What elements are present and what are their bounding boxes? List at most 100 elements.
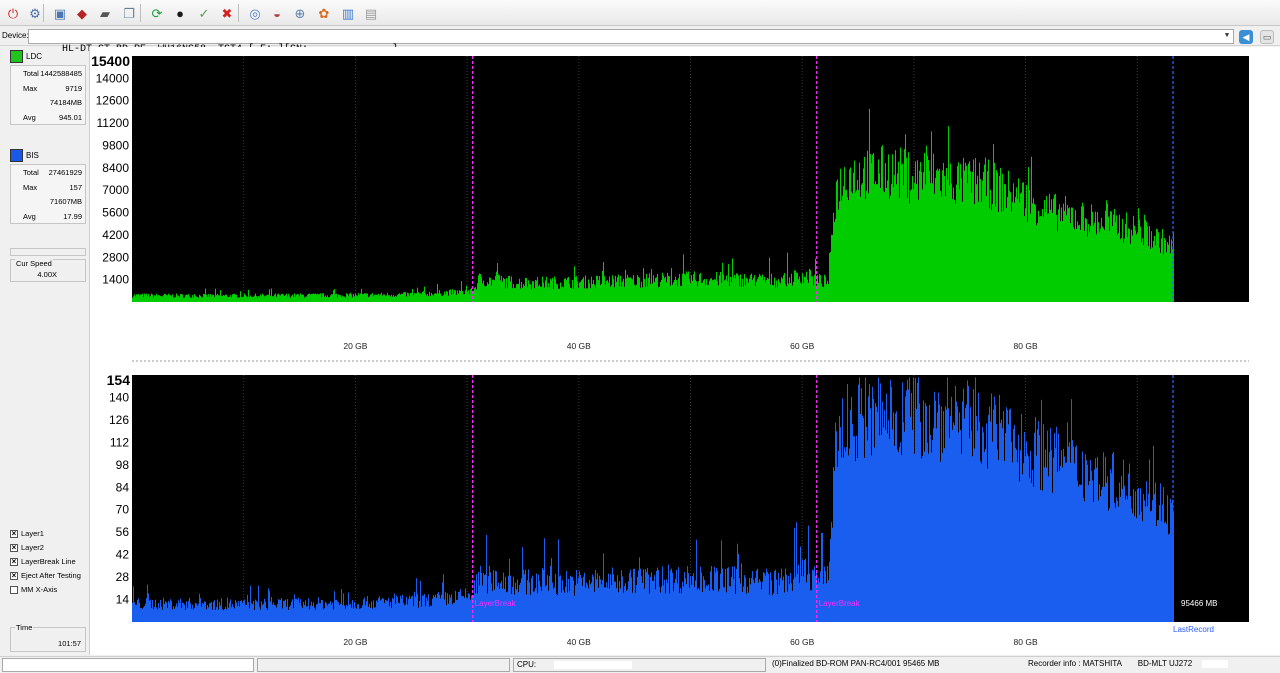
data-bar	[153, 297, 154, 302]
data-bar	[380, 600, 381, 622]
data-bar	[781, 277, 782, 302]
data-bar	[1092, 480, 1093, 622]
data-bar	[363, 599, 364, 622]
data-bar	[672, 284, 673, 302]
stop-icon[interactable]: ✖	[217, 3, 237, 23]
x-tick-label: 80 GB	[1014, 341, 1038, 351]
data-bar	[971, 430, 972, 622]
option-checkbox-row[interactable]: × Layer1	[10, 528, 44, 539]
camera-icon[interactable]: ▭	[1260, 30, 1274, 44]
data-bar	[831, 234, 832, 302]
data-bar	[160, 599, 161, 622]
data-bar	[893, 412, 894, 622]
checkbox-unchecked[interactable]	[10, 585, 18, 594]
data-bar	[381, 599, 382, 622]
data-bar	[145, 294, 146, 302]
data-bar	[841, 457, 842, 622]
burn-icon[interactable]: ⊕	[290, 3, 310, 23]
data-bar	[1112, 226, 1113, 302]
data-bar	[913, 377, 914, 622]
y-tick-label: 2800	[102, 250, 129, 264]
data-bar	[700, 566, 701, 622]
checkbox-checked[interactable]: ×	[10, 571, 18, 580]
data-bar	[770, 572, 771, 622]
data-bar	[456, 600, 457, 622]
data-bar	[717, 570, 718, 622]
erase-icon[interactable]: ◒	[267, 3, 287, 23]
data-bar	[586, 288, 587, 302]
start-icon[interactable]: ●	[170, 3, 190, 23]
data-bar	[224, 608, 225, 622]
back-icon[interactable]: ◀	[1239, 30, 1253, 44]
data-bar	[1019, 481, 1020, 622]
x-tick-label: 80 GB	[1014, 637, 1038, 647]
data-bar	[179, 297, 180, 302]
data-bar	[1153, 240, 1154, 302]
data-bar	[873, 153, 874, 302]
data-bar	[331, 604, 332, 622]
data-bar	[417, 594, 418, 622]
data-bar	[194, 607, 195, 622]
drive-info-icon[interactable]: ▣	[50, 3, 70, 23]
x-tick-label: 20 GB	[343, 341, 367, 351]
data-bar	[573, 288, 574, 302]
data-bar	[483, 572, 484, 622]
data-bar	[750, 584, 751, 622]
data-bar	[936, 428, 937, 622]
check-icon[interactable]: ✓	[194, 3, 214, 23]
data-bar	[327, 605, 328, 622]
data-bar	[594, 591, 595, 622]
data-bar	[311, 293, 312, 302]
data-bar	[790, 282, 791, 302]
data-bar	[716, 271, 717, 302]
settings-icon[interactable]: ⚙	[25, 3, 45, 23]
checkbox-checked[interactable]: ×	[10, 529, 18, 538]
data-bar	[805, 276, 806, 302]
data-bar	[991, 210, 992, 302]
data-bar	[608, 282, 609, 302]
data-bar	[977, 430, 978, 622]
disc-scan-icon[interactable]: ◎	[245, 3, 265, 23]
data-bar	[434, 596, 435, 622]
disc-red-icon[interactable]: ◆	[72, 3, 92, 23]
data-bar	[231, 607, 232, 622]
data-bar	[748, 592, 749, 622]
data-bar	[1022, 182, 1023, 302]
checkbox-checked[interactable]: ×	[10, 557, 18, 566]
device-select[interactable]: HL-DT-ST BD-RE WH16NS58 TST4 [ F: ][SN: …	[28, 29, 1234, 55]
data-bar	[924, 152, 925, 302]
option-checkbox-row[interactable]: × Eject After Testing	[10, 570, 81, 581]
data-bar	[1000, 422, 1001, 622]
chart-icon[interactable]: ▥	[338, 3, 358, 23]
data-bar	[241, 600, 242, 622]
option-checkbox-row[interactable]: × LayerBreak Line	[10, 556, 76, 567]
data-bar	[489, 565, 490, 622]
option-checkbox-row[interactable]: MM X-Axis	[10, 584, 57, 595]
data-bar	[385, 599, 386, 622]
eject-icon[interactable]: ▰	[95, 3, 115, 23]
data-bar	[1160, 483, 1161, 622]
data-bar	[607, 587, 608, 622]
recorder-serial	[1202, 659, 1229, 668]
data-bar	[701, 283, 702, 302]
data-bar	[451, 294, 452, 302]
data-bar	[869, 383, 870, 622]
data-bar	[439, 290, 440, 302]
power-icon[interactable]: ⏻	[3, 3, 23, 23]
data-bar	[629, 278, 630, 302]
option-checkbox-row[interactable]: × Layer2	[10, 542, 44, 553]
copy-icon[interactable]: ❐	[119, 3, 139, 23]
data-bar	[748, 282, 749, 302]
checkbox-checked[interactable]: ×	[10, 543, 18, 552]
refresh-icon[interactable]: ⟳	[147, 3, 167, 23]
data-bar	[623, 592, 624, 622]
data-bar	[417, 287, 418, 302]
data-bar	[569, 591, 570, 622]
media-icon[interactable]: ✿	[314, 3, 334, 23]
data-bar	[886, 393, 887, 622]
data-bar	[144, 293, 145, 302]
data-bar	[1115, 221, 1116, 302]
chevron-down-icon[interactable]: ▼	[1221, 30, 1233, 43]
save-icon[interactable]: ▤	[361, 3, 381, 23]
data-bar	[509, 275, 510, 302]
